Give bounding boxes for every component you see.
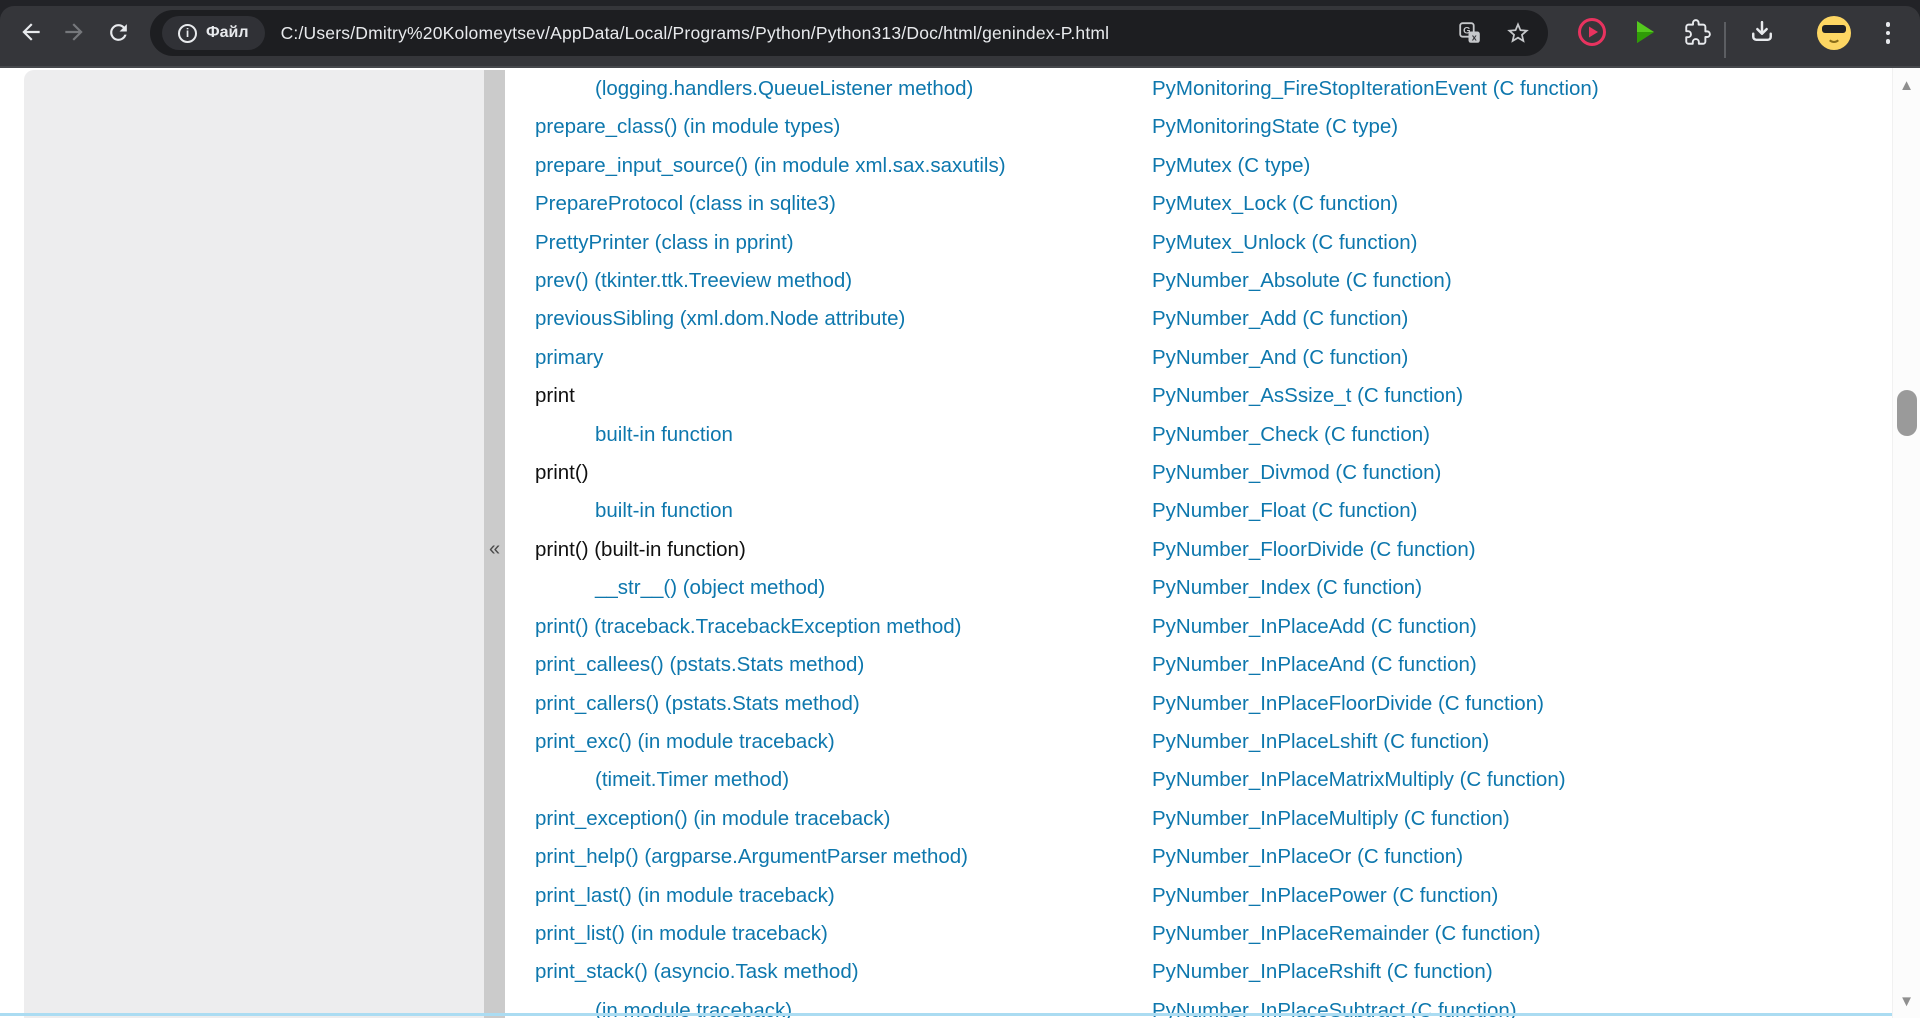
translate-icon: G x [1458,21,1482,45]
star-icon [1505,20,1531,46]
index-link[interactable]: PyNumber_InPlacePower (C function) [1152,877,1599,915]
collapse-chevrons-icon: « [484,538,505,561]
kebab-dot [1886,31,1891,36]
downloads-button[interactable] [1742,12,1782,52]
index-link[interactable]: print_exc() (in module traceback) [535,723,1006,761]
index-link[interactable]: print_last() (in module traceback) [535,877,1006,915]
back-button[interactable] [11,12,51,52]
index-link[interactable]: previousSibling (xml.dom.Node attribute) [535,300,1006,338]
svg-text:x: x [1472,32,1477,42]
index-link[interactable]: print_callees() (pstats.Stats method) [535,646,1006,684]
index-link[interactable]: PyNumber_InPlaceFloorDivide (C function) [1152,685,1599,723]
profile-avatar[interactable] [1817,16,1851,50]
index-term: print() [535,454,1006,492]
download-icon [1748,18,1776,46]
index-term: print [535,377,1006,415]
index-link[interactable]: print_exception() (in module traceback) [535,800,1006,838]
index-link[interactable]: PyNumber_InPlaceMatrixMultiply (C functi… [1152,761,1599,799]
avatar-sunglasses [1822,25,1846,33]
toolbar-divider [1724,22,1726,58]
scroll-up-arrow[interactable]: ▲ [1893,78,1920,94]
index-link[interactable]: PyNumber_Check (C function) [1152,416,1599,454]
kebab-dot [1886,22,1891,27]
extensions-puzzle-button[interactable] [1677,12,1717,52]
forward-button[interactable] [54,12,94,52]
browser-menu-button[interactable] [1875,16,1901,50]
index-link[interactable]: PrepareProtocol (class in sqlite3) [535,185,1006,223]
index-link[interactable]: built-in function [535,492,1006,530]
index-term: print() (built-in function) [535,531,1006,569]
index-link[interactable]: PyNumber_Index (C function) [1152,569,1599,607]
kebab-dot [1886,39,1891,44]
index-link[interactable]: PyNumber_InPlaceMultiply (C function) [1152,800,1599,838]
forward-arrow-icon [61,19,87,45]
sidebar-panel [24,70,484,1018]
avatar-smile [1827,34,1841,43]
index-link[interactable]: print_help() (argparse.ArgumentParser me… [535,838,1006,876]
index-link[interactable]: PyMutex (C type) [1152,147,1599,185]
index-link[interactable]: PyNumber_Add (C function) [1152,300,1599,338]
index-link[interactable]: prepare_class() (in module types) [535,108,1006,146]
index-link[interactable]: built-in function [535,416,1006,454]
index-link[interactable]: PyNumber_Divmod (C function) [1152,454,1599,492]
bookmark-star-button[interactable] [1498,13,1538,53]
index-link[interactable]: (timeit.Timer method) [535,761,1006,799]
index-link[interactable]: PyMutex_Unlock (C function) [1152,224,1599,262]
index-link[interactable]: PyNumber_AsSsize_t (C function) [1152,377,1599,415]
url-text[interactable]: C:/Users/Dmitry%20Kolomeytsev/AppData/Lo… [281,23,1548,44]
index-link[interactable]: PyNumber_Absolute (C function) [1152,262,1599,300]
extension-red-play-button[interactable] [1572,12,1612,52]
index-link[interactable]: PyNumber_InPlaceAdd (C function) [1152,608,1599,646]
page-scrollbar[interactable]: ▲ ▼ [1892,68,1920,1018]
index-link[interactable]: PyNumber_Float (C function) [1152,492,1599,530]
reload-icon [106,20,131,45]
back-arrow-icon [18,19,44,45]
puzzle-piece-icon [1684,19,1711,46]
index-link[interactable]: __str__() (object method) [535,569,1006,607]
translate-button[interactable]: G x [1450,13,1490,53]
index-link[interactable]: PyMonitoringState (C type) [1152,108,1599,146]
index-link[interactable]: PyNumber_InPlaceAnd (C function) [1152,646,1599,684]
index-link[interactable]: PyNumber_FloorDivide (C function) [1152,531,1599,569]
reload-button[interactable] [98,12,138,52]
bottom-accent-line [0,1013,1920,1016]
index-left-column: (logging.handlers.QueueListener method)p… [535,70,1006,1018]
red-play-circle-icon [1576,16,1608,48]
index-link[interactable]: (logging.handlers.QueueListener method) [535,70,1006,108]
scrollbar-thumb[interactable] [1897,390,1917,436]
doc-page: « (logging.handlers.QueueListener method… [0,68,1920,1018]
info-icon: i [178,24,197,43]
index-link[interactable]: prev() (tkinter.ttk.Treeview method) [535,262,1006,300]
site-info-chip[interactable]: i Файл [162,16,265,50]
index-link[interactable]: PrettyPrinter (class in pprint) [535,224,1006,262]
index-link[interactable]: print_list() (in module traceback) [535,915,1006,953]
index-link[interactable]: PyNumber_And (C function) [1152,339,1599,377]
index-link[interactable]: prepare_input_source() (in module xml.sa… [535,147,1006,185]
index-link[interactable]: print() (traceback.TracebackException me… [535,608,1006,646]
address-bar[interactable]: i Файл C:/Users/Dmitry%20Kolomeytsev/App… [150,10,1548,56]
index-link[interactable]: primary [535,339,1006,377]
index-right-column: PyMonitoring_FireStopIterationEvent (C f… [1152,70,1599,1018]
site-info-label: Файл [206,24,249,42]
sidebar-collapse-handle[interactable]: « [484,70,505,1018]
index-link[interactable]: print_callers() (pstats.Stats method) [535,685,1006,723]
index-link[interactable]: PyNumber_InPlaceRshift (C function) [1152,953,1599,991]
green-play-triangle-icon [1629,17,1659,47]
extension-green-play-button[interactable] [1624,12,1664,52]
toolbar-surface: i Файл C:/Users/Dmitry%20Kolomeytsev/App… [0,6,1920,66]
index-link[interactable]: print_stack() (asyncio.Task method) [535,953,1006,991]
index-link[interactable]: PyNumber_InPlaceLshift (C function) [1152,723,1599,761]
index-link[interactable]: PyMonitoring_FireStopIterationEvent (C f… [1152,70,1599,108]
scroll-down-arrow[interactable]: ▼ [1893,994,1920,1010]
index-link[interactable]: PyMutex_Lock (C function) [1152,185,1599,223]
index-link[interactable]: PyNumber_InPlaceRemainder (C function) [1152,915,1599,953]
index-link[interactable]: PyNumber_InPlaceOr (C function) [1152,838,1599,876]
browser-toolbar: i Файл C:/Users/Dmitry%20Kolomeytsev/App… [0,0,1920,68]
